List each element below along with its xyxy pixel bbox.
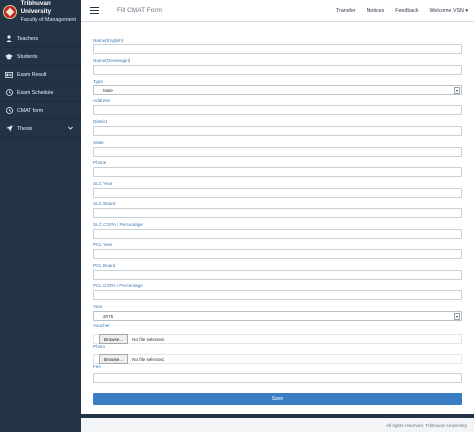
pcl-year-input[interactable] xyxy=(93,249,462,259)
pcl-board-label: PCL Board xyxy=(93,263,116,268)
footer: All rights reserved. Tribhuvan Universit… xyxy=(81,418,474,432)
sidebar-item-label: Exam Result xyxy=(17,71,47,78)
clock-icon xyxy=(5,107,13,115)
slc-board-label: SLC Board xyxy=(93,201,116,206)
voucher-label: Voucher xyxy=(93,323,110,328)
pcl-cgpa-input[interactable] xyxy=(93,290,462,300)
voucher-file-status: No file selected. xyxy=(132,336,165,342)
state-input[interactable] xyxy=(93,147,462,157)
brand-subtitle: Faculty of Management xyxy=(20,17,76,23)
sidebar-item-exam-schedule[interactable]: Exam Schedule xyxy=(0,84,81,102)
save-button[interactable]: Save xyxy=(93,393,462,405)
name-devanagiri-input[interactable] xyxy=(93,65,462,75)
sidebar-item-label: Thesis xyxy=(17,125,33,132)
university-logo xyxy=(3,5,17,19)
year-select-value: 2075 xyxy=(103,313,114,319)
address-input[interactable] xyxy=(93,105,462,115)
id-card-icon xyxy=(5,71,13,79)
sidebar: Tribhuvan University Faculty of Manageme… xyxy=(0,0,81,432)
clock-icon xyxy=(5,89,13,97)
user-menu[interactable]: Welcome VSN ▾ xyxy=(430,8,468,14)
brand-title: Tribhuvan University xyxy=(20,0,52,15)
sidebar-item-teachers[interactable]: Teachers xyxy=(0,30,81,48)
sidebar-item-label: Exam Schedule xyxy=(17,89,54,96)
fee-input[interactable] xyxy=(93,373,462,383)
user-icon xyxy=(5,35,13,43)
graduation-cap-icon xyxy=(5,53,13,61)
sidebar-item-cmat-form[interactable]: CMAT form xyxy=(0,102,81,120)
photo-label: Photo xyxy=(93,344,106,349)
slc-year-input[interactable] xyxy=(93,188,462,198)
address-label: Address xyxy=(93,98,110,103)
photo-file-input[interactable]: Browse... No file selected. xyxy=(93,354,462,364)
type-select-value: Male xyxy=(103,87,113,93)
slc-year-label: SLC Year xyxy=(93,181,113,186)
phone-label: Phone xyxy=(93,160,107,165)
sidebar-item-label: CMAT form xyxy=(17,107,44,114)
nav-link-transfer[interactable]: Transfer xyxy=(336,8,356,14)
state-label: State xyxy=(93,140,104,145)
slc-cgpa-label: SLC CGPA / Percentage xyxy=(93,222,143,227)
district-label: District xyxy=(93,119,108,124)
select-arrow-icon: ▾ xyxy=(454,313,460,320)
pcl-year-label: PCL Year xyxy=(93,242,113,247)
name-english-label: Name(English) xyxy=(93,38,124,43)
nav-link-feedback[interactable]: Feedback xyxy=(395,8,418,14)
menu-toggle-icon[interactable] xyxy=(90,7,99,14)
type-select[interactable]: Male ▾ xyxy=(93,85,462,95)
voucher-browse-button[interactable]: Browse... xyxy=(99,334,129,344)
sidebar-item-label: Students xyxy=(17,53,38,60)
name-english-input[interactable] xyxy=(93,44,462,54)
sidebar-item-label: Teachers xyxy=(17,35,39,42)
pcl-cgpa-label: PCL CGPA / Percentage xyxy=(93,283,143,288)
district-input[interactable] xyxy=(93,126,462,136)
slc-board-input[interactable] xyxy=(93,208,462,218)
brand[interactable]: Tribhuvan University Faculty of Manageme… xyxy=(0,0,81,24)
photo-browse-button[interactable]: Browse... xyxy=(99,354,129,364)
page-title: Fill CMAT Form xyxy=(117,7,162,14)
voucher-file-input[interactable]: Browse... No file selected. xyxy=(93,334,462,344)
select-arrow-icon: ▾ xyxy=(454,87,460,94)
paper-plane-icon xyxy=(5,125,13,133)
slc-cgpa-input[interactable] xyxy=(93,229,462,239)
year-label: Year xyxy=(93,304,103,309)
footer-text: All rights reserved. Tribhuvan Universit… xyxy=(386,422,467,428)
year-select[interactable]: 2075 ▾ xyxy=(93,311,462,321)
pcl-board-input[interactable] xyxy=(93,270,462,280)
sidebar-item-students[interactable]: Students xyxy=(0,48,81,66)
name-devanagiri-label: Name(Devanagiri) xyxy=(93,58,131,63)
phone-input[interactable] xyxy=(93,167,462,177)
photo-file-status: No file selected. xyxy=(132,356,165,362)
sidebar-item-thesis[interactable]: Thesis xyxy=(0,120,81,138)
chevron-down-icon xyxy=(68,126,73,132)
nav-link-notices[interactable]: Notices xyxy=(367,8,385,14)
fee-label: Fee xyxy=(93,364,101,369)
type-label: Type xyxy=(93,79,103,84)
sidebar-item-exam-result[interactable]: Exam Result xyxy=(0,66,81,84)
cmat-form: Name(English) Name(Devanagiri) Type Male… xyxy=(81,22,474,414)
topbar: Fill CMAT Form Transfer Notices Feedback… xyxy=(81,0,474,22)
